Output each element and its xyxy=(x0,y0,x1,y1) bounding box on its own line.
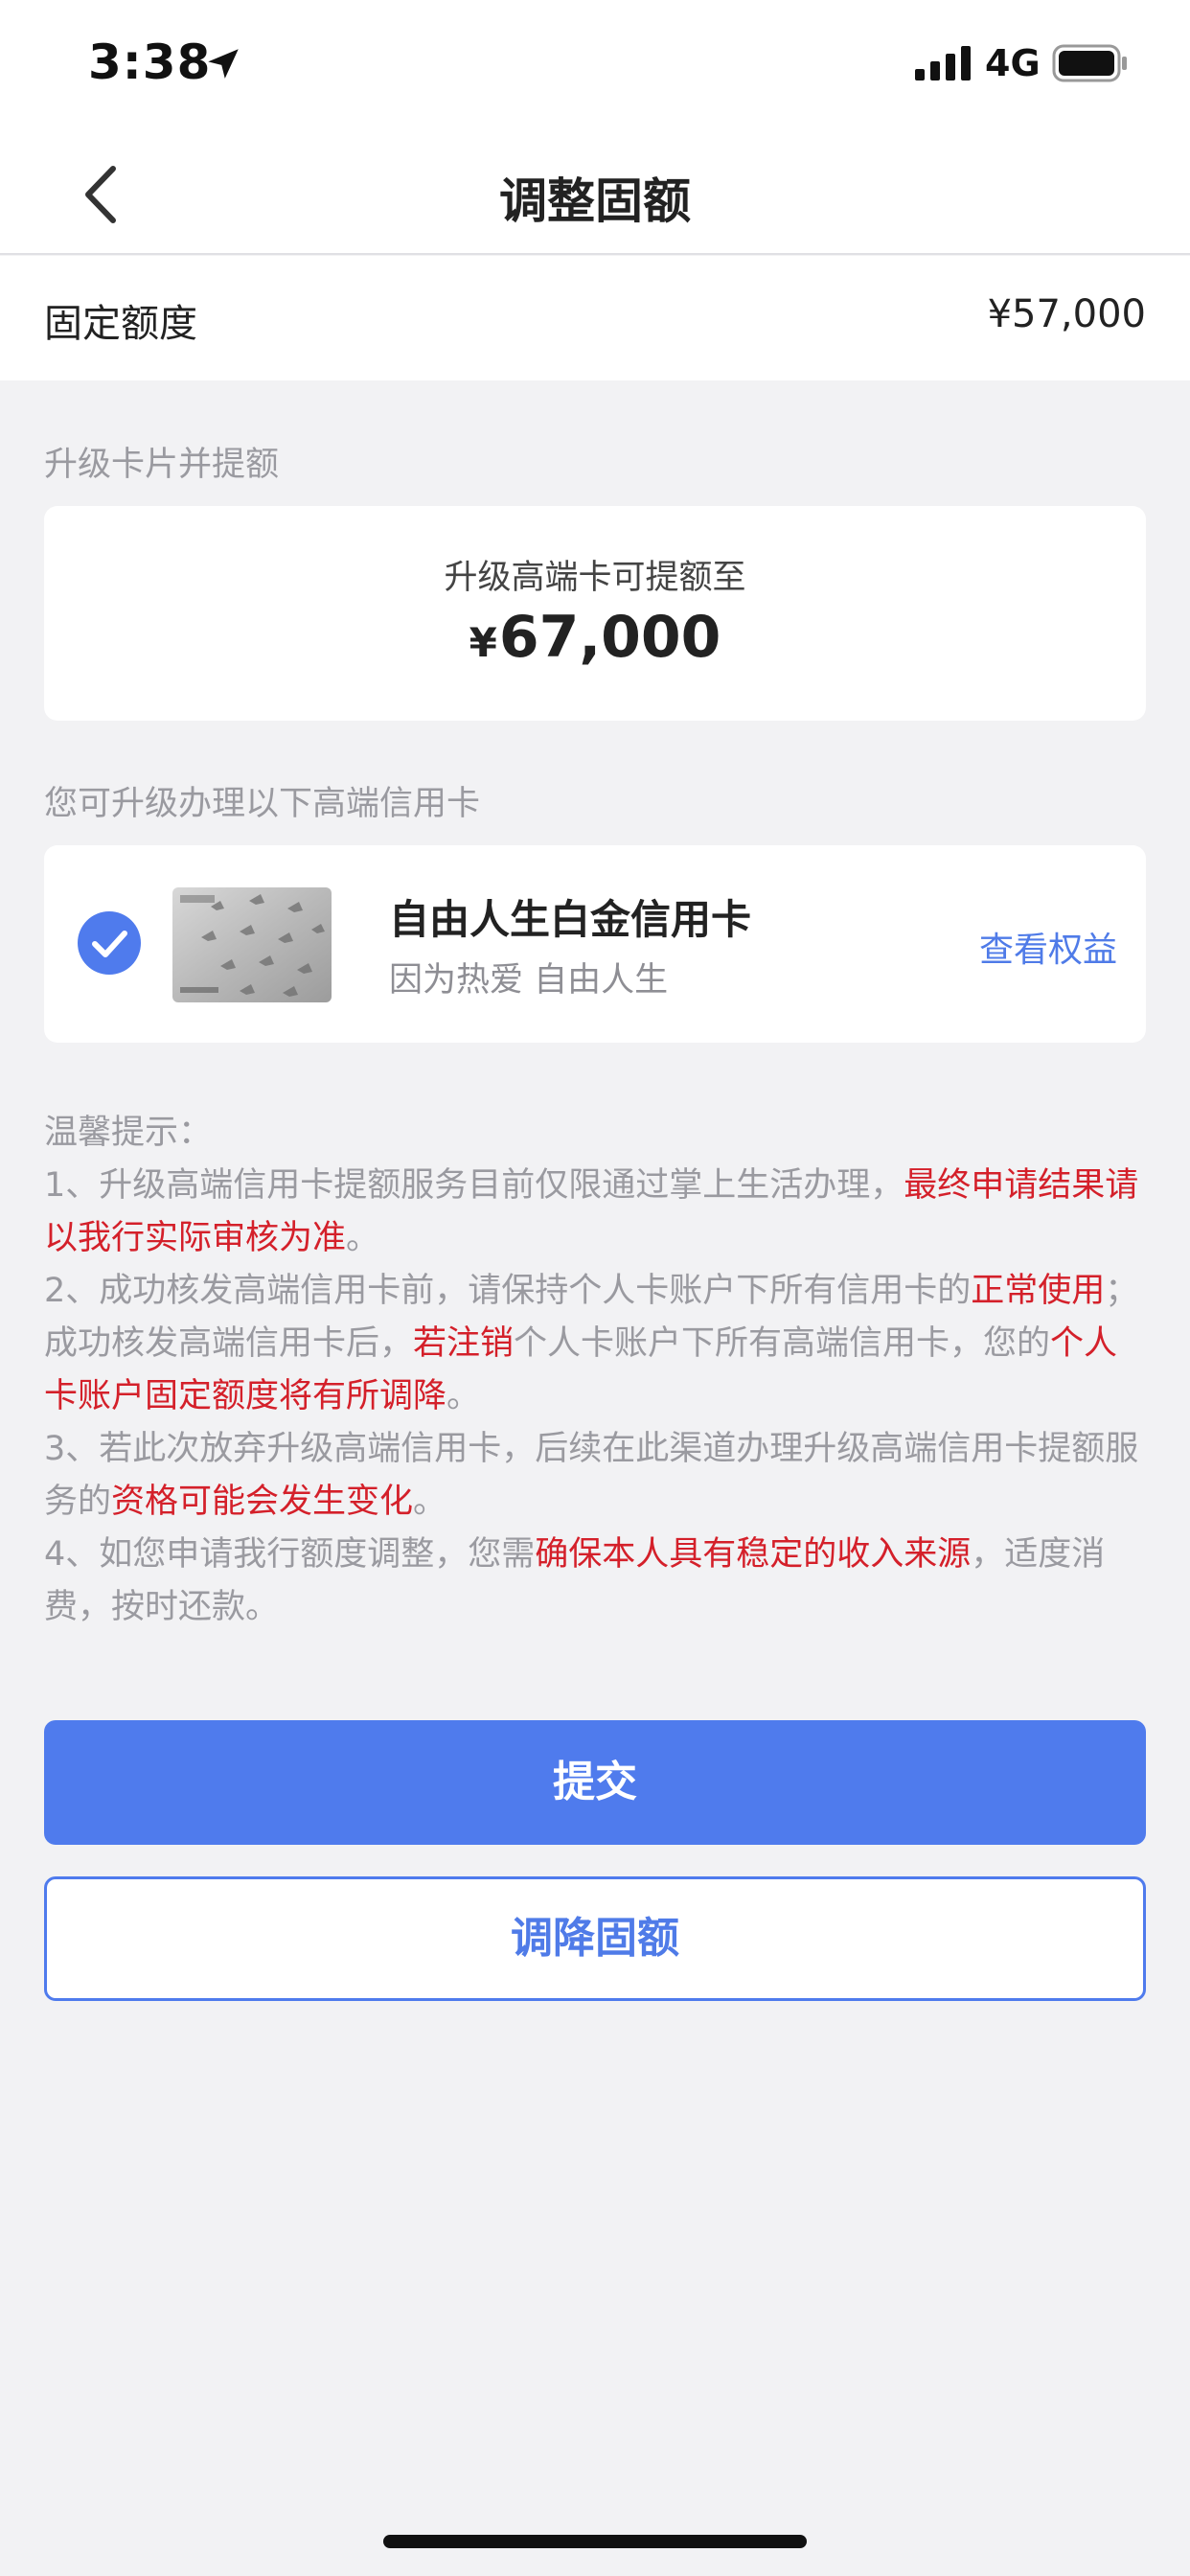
tip-text: 4、如您申请我行额度调整，您需 xyxy=(44,1535,536,1574)
tip-text: 个人卡账户下所有高端信用卡，您的 xyxy=(514,1324,1051,1363)
location-arrow-icon xyxy=(208,49,239,79)
tip-text: 。 xyxy=(446,1377,481,1415)
tip-highlight: 资格可能会发生变化 xyxy=(111,1483,414,1521)
page: 3:38 4G 调整固额 固定额度 ¥57,000 升级卡片并提额 升级高端卡可… xyxy=(0,0,1190,2576)
upgrade-amount-value: 67,000 xyxy=(498,604,721,671)
tip-item: 3、若此次放弃升级高端信用卡，后续在此渠道办理升级高端信用卡提额服务的资格可能会… xyxy=(44,1423,1146,1529)
submit-button[interactable]: 提交 xyxy=(44,1720,1146,1845)
upgrade-amount: ¥67,000 xyxy=(44,604,1146,671)
upgrade-amount-card: 升级高端卡可提额至 ¥67,000 xyxy=(44,506,1146,721)
tip-highlight: 确保本人具有稳定的收入来源 xyxy=(535,1535,972,1574)
tips-block: 温馨提示： 1、升级高端信用卡提额服务目前仅限通过掌上生活办理，最终申请结果请以… xyxy=(44,1107,1146,1634)
check-circle-icon[interactable] xyxy=(77,910,142,976)
tip-text: 。 xyxy=(413,1483,447,1521)
tip-item: 1、升级高端信用卡提额服务目前仅限通过掌上生活办理，最终申请结果请以我行实际审核… xyxy=(44,1160,1146,1265)
status-time: 3:38 xyxy=(88,34,212,90)
status-bar: 3:38 4G xyxy=(0,0,1190,134)
network-type: 4G xyxy=(985,42,1041,84)
tip-text: 。 xyxy=(346,1219,380,1257)
fixed-limit-value: ¥57,000 xyxy=(987,292,1146,336)
credit-card-image xyxy=(172,887,332,1002)
currency-symbol: ¥ xyxy=(469,619,497,666)
tip-highlight: 正常使用 xyxy=(971,1272,1106,1310)
signal-bars-icon xyxy=(915,46,971,80)
tip-item: 2、成功核发高端信用卡前，请保持个人卡账户下所有信用卡的正常使用；成功核发高端信… xyxy=(44,1265,1146,1423)
tip-highlight: 若注销 xyxy=(413,1324,515,1363)
page-title: 调整固额 xyxy=(499,173,691,229)
tips-title: 温馨提示： xyxy=(44,1114,213,1152)
view-benefits-link[interactable]: 查看权益 xyxy=(979,922,1117,972)
tip-text: 2、成功核发高端信用卡前，请保持个人卡账户下所有信用卡的 xyxy=(44,1272,972,1310)
tip-item: 4、如您申请我行额度调整，您需确保本人具有稳定的收入来源，适度消费，按时还款。 xyxy=(44,1529,1146,1634)
card-option-item[interactable]: 自由人生白金信用卡 因为热爱 自由人生 查看权益 xyxy=(44,845,1146,1043)
fixed-limit-label: 固定额度 xyxy=(44,302,197,346)
upgrade-section-label: 升级卡片并提额 xyxy=(44,446,280,484)
tip-text: 1、升级高端信用卡提额服务目前仅限通过掌上生活办理， xyxy=(44,1166,904,1205)
card-section-label: 您可升级办理以下高端信用卡 xyxy=(44,785,481,823)
battery-icon xyxy=(1052,44,1127,82)
home-indicator[interactable] xyxy=(383,2535,807,2548)
fixed-limit-row: 固定额度 ¥57,000 xyxy=(0,256,1190,380)
card-name: 自由人生白金信用卡 xyxy=(389,896,752,943)
card-slogan: 因为热爱 自由人生 xyxy=(389,961,669,1000)
nav-bar: 调整固额 xyxy=(0,134,1190,255)
upgrade-subtitle: 升级高端卡可提额至 xyxy=(444,559,746,597)
reduce-limit-button[interactable]: 调降固额 xyxy=(44,1876,1146,2001)
